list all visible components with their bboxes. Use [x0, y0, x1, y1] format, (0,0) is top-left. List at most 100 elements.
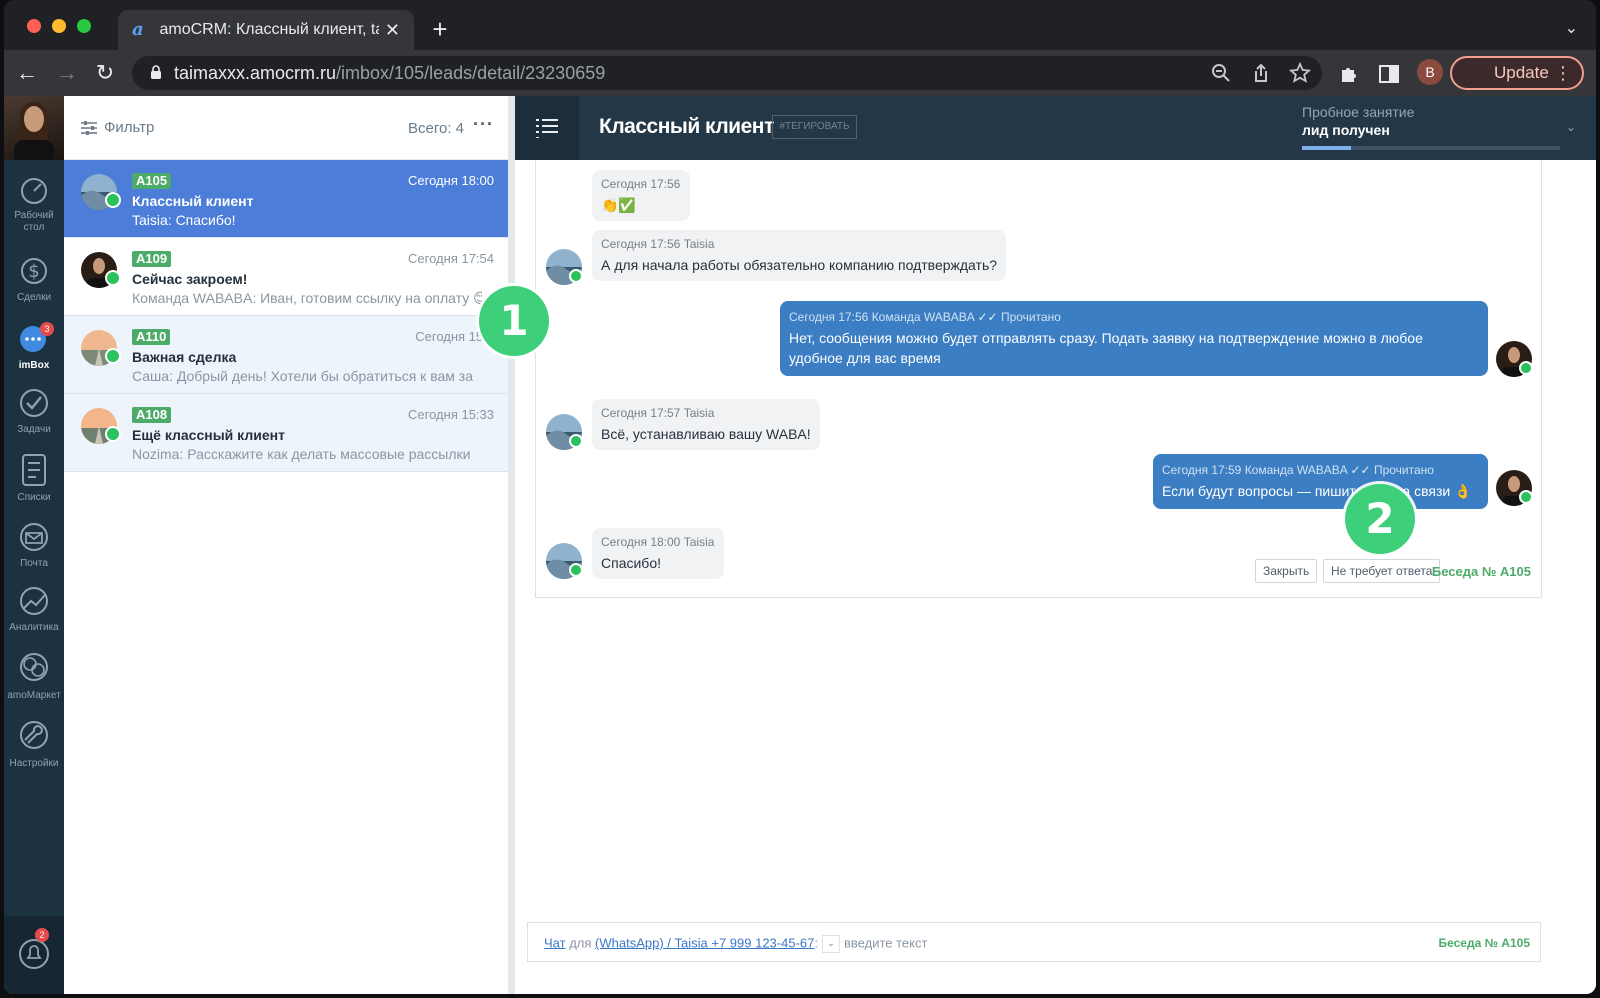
list-menu-icon [536, 119, 558, 138]
nav-item-settings[interactable]: Настройки [4, 716, 64, 770]
message-meta: Сегодня 17:56 [601, 177, 681, 191]
lead-tag: A109 [132, 251, 172, 267]
incoming-message: Сегодня 17:57 Taisia Всё, устанавливаю в… [592, 399, 820, 450]
message-text: Нет, сообщения можно будет отправлять ср… [789, 330, 1423, 366]
conversation-preview: Команда WABABA: Иван, готовим ссылку на … [132, 290, 482, 306]
total-count: Всего: 4 [407, 120, 464, 137]
update-button[interactable]: Update ⋮ [1450, 56, 1584, 90]
tab-title: amoCRM: Классный клиент, ta [159, 21, 379, 38]
pipeline-progress-fill [1302, 146, 1352, 150]
nav-item-deals[interactable]: $ Сделки [4, 254, 64, 304]
minimize-window-button[interactable] [52, 19, 66, 33]
conversation-item[interactable]: A109 Сегодня 17:54 Сейчас закроем! Коман… [64, 238, 508, 316]
nav-item-lists[interactable]: Списки [4, 452, 64, 504]
whatsapp-icon [105, 426, 121, 442]
nav-item-dashboard[interactable]: Рабочий стол [4, 176, 64, 234]
whatsapp-icon [569, 434, 583, 448]
pipeline-name[interactable]: Пробное занятие [1302, 104, 1414, 120]
message-text: 👏✅ [601, 197, 636, 213]
nav-item-mail[interactable]: Почта [4, 520, 64, 570]
nav-item-analytics[interactable]: Аналитика [4, 584, 64, 634]
browser-tab[interactable]: a amoCRM: Классный клиент, ta ✕ [118, 10, 414, 50]
recipient-link[interactable]: (WhatsApp) / Taisia +7 999 123-45-67 [595, 935, 814, 950]
lead-menu-button[interactable] [515, 96, 579, 160]
more-options-icon[interactable]: ··· [473, 114, 494, 135]
side-panel-icon[interactable] [1377, 62, 1401, 86]
whatsapp-icon [105, 348, 121, 364]
whatsapp-icon [105, 192, 121, 208]
lead-name[interactable]: Классный клиент [599, 115, 774, 139]
callout-badge-1: 1 [479, 286, 549, 356]
incoming-message: Сегодня 17:56 Taisia А для начала работы… [592, 230, 1007, 281]
notification-badge: 2 [35, 928, 49, 942]
close-talk-button[interactable]: Закрыть [1255, 559, 1318, 583]
lock-icon [151, 65, 161, 79]
whatsapp-icon [569, 269, 583, 283]
conversation-preview: Саша: Добрый день! Хотели бы обратиться … [132, 368, 473, 384]
tag-button[interactable]: #ТЕГИРОВАТЬ [772, 115, 857, 139]
amocrm-favicon-icon: a [132, 19, 144, 40]
back-arrow-icon[interactable]: ← [14, 60, 40, 86]
tab-search-chevron-icon[interactable]: ⌄ [1565, 18, 1578, 38]
message-meta: Сегодня 17:56 Taisia [601, 237, 715, 251]
close-tab-icon[interactable]: ✕ [385, 20, 400, 41]
zoom-icon[interactable] [1210, 62, 1232, 84]
pipeline-status[interactable]: лид получен [1302, 122, 1390, 138]
address-bar[interactable]: taimaxxx.amocrm.ru/imbox/105/leads/detai… [132, 56, 1322, 90]
message-text: А для начала работы обязательно компанию… [601, 257, 998, 273]
chevron-down-icon[interactable]: ⌄ [1566, 120, 1576, 134]
conversation-item[interactable]: A110 Сегодня 15:4 Важная сделка Саша: До… [64, 316, 508, 394]
whatsapp-icon [1519, 361, 1533, 375]
svg-text:$: $ [28, 261, 39, 282]
mail-icon [20, 523, 48, 551]
conversation-title: Ещё классный клиент [132, 427, 285, 443]
user-avatar[interactable] [4, 96, 64, 160]
composer-line: Чат для (WhatsApp) / Taisia +7 999 123-4… [544, 935, 927, 953]
pipeline-progress [1302, 146, 1560, 150]
maximize-window-button[interactable] [77, 19, 91, 33]
conversation-item[interactable]: A108 Сегодня 15:33 Ещё классный клиент N… [64, 394, 508, 472]
nav-item-tasks[interactable]: Задачи [4, 386, 64, 436]
browser-window: a amoCRM: Классный клиент, ta ✕ + ⌄ ← → … [4, 0, 1596, 994]
conversation-item[interactable]: A105 Сегодня 18:00 Классный клиент Taisi… [64, 160, 508, 238]
forward-arrow-icon[interactable]: → [54, 60, 80, 86]
browser-menu-dots-icon[interactable]: ⋮ [1554, 58, 1572, 88]
filter-button[interactable]: Фильтр [80, 119, 154, 136]
share-icon[interactable] [1250, 62, 1272, 84]
composer-talk-number: Беседа № A105 [1438, 936, 1530, 950]
lead-tag: A108 [132, 407, 172, 423]
for-word: для [569, 935, 592, 951]
bell-icon[interactable] [18, 936, 50, 972]
message-text: Всё, устанавливаю вашу WABA! [601, 426, 811, 442]
talk-number[interactable]: Беседа № A105 [1432, 564, 1531, 579]
message-input[interactable]: введите текст [844, 935, 927, 950]
panel-splitter[interactable] [508, 96, 515, 994]
double-check-icon: ✓✓ [1350, 463, 1371, 477]
nav-item-imbox[interactable]: 3 imBox [4, 322, 64, 372]
imbox-badge: 3 [40, 322, 54, 336]
reload-icon[interactable]: ↻ [92, 60, 118, 86]
new-tab-icon[interactable]: + [425, 14, 455, 44]
wrench-icon [20, 721, 48, 749]
list-icon [22, 454, 46, 486]
nav-item-amomarket[interactable]: amoМаркет [4, 648, 64, 702]
message-meta: Сегодня 17:57 Taisia [601, 406, 715, 420]
message-text: Спасибо! [601, 555, 661, 571]
extensions-puzzle-icon[interactable] [1338, 62, 1362, 86]
conversation-time: Сегодня 17:54 [408, 251, 494, 266]
chat-type-link[interactable]: Чат [544, 935, 566, 950]
chat-panel: Классный клиент #ТЕГИРОВАТЬ Пробное заня… [515, 96, 1596, 994]
filter-sliders-icon [81, 120, 97, 135]
bookmark-star-icon[interactable] [1289, 62, 1311, 84]
analytics-icon [20, 587, 48, 615]
chevron-down-icon[interactable]: ⌄ [822, 935, 840, 953]
message-text: Если будут вопросы — пишите, мы на связи… [1162, 483, 1472, 499]
message-composer[interactable]: Чат для (WhatsApp) / Taisia +7 999 123-4… [527, 922, 1541, 962]
close-window-button[interactable] [27, 19, 41, 33]
conversation-list-panel: Фильтр Всего: 4 ··· A105 Сегодня 18:00 К… [64, 96, 508, 994]
left-navigation: Рабочий стол $ Сделки 3 imBox Задачи Спи… [4, 96, 64, 994]
list-header: Фильтр Всего: 4 ··· [64, 96, 508, 160]
profile-avatar[interactable]: B [1417, 59, 1443, 85]
outgoing-message: Сегодня 17:59 Команда WABABA ✓✓ Прочитан… [1153, 454, 1488, 509]
no-reply-needed-button[interactable]: Не требует ответа [1323, 559, 1441, 583]
